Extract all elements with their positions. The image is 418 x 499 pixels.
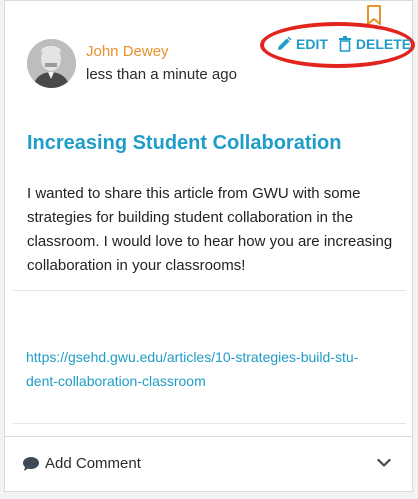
author-name[interactable]: John Dewey <box>86 43 169 60</box>
post-card: John Dewey less than a minute ago EDIT D… <box>4 0 415 492</box>
article-link[interactable]: https://gsehd.gwu.edu/articles/10-strate… <box>26 345 394 393</box>
delete-label: DELETE <box>355 36 412 52</box>
avatar[interactable] <box>27 39 76 88</box>
chevron-down-icon[interactable] <box>377 458 391 468</box>
trash-icon <box>338 36 351 52</box>
pencil-icon <box>278 36 292 50</box>
post-timestamp: less than a minute ago <box>86 66 237 83</box>
delete-button[interactable]: DELETE <box>338 36 411 52</box>
edit-label: EDIT <box>296 36 328 52</box>
add-comment-label: Add Comment <box>45 455 141 472</box>
post-actions: EDIT DELETE <box>276 34 411 54</box>
post-body: I wanted to share this article from GWU … <box>27 185 393 274</box>
add-comment-bar[interactable]: Add Comment <box>4 436 413 492</box>
speech-bubble-icon <box>23 457 39 471</box>
link-preview: https://gsehd.gwu.edu/articles/10-strate… <box>13 290 406 424</box>
post-title[interactable]: Increasing Student Collaboration <box>27 132 341 155</box>
edit-button[interactable]: EDIT <box>276 36 328 52</box>
bookmark-icon[interactable] <box>364 4 384 26</box>
